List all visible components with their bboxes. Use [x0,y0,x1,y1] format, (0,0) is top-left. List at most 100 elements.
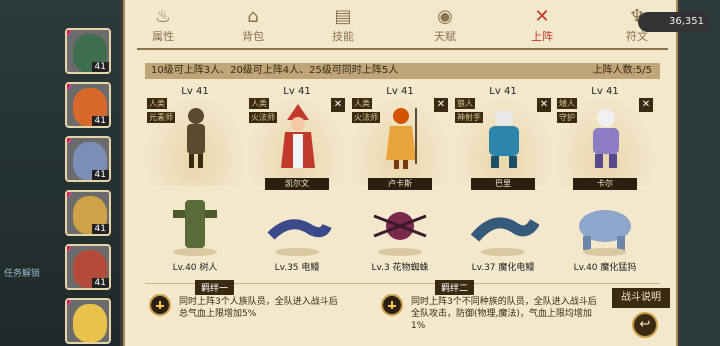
class-tag: 元素师 [147,112,175,123]
battle-info-button[interactable]: 战斗说明 [612,288,670,308]
pet-slot[interactable]: Lv.40 树人 [145,196,245,276]
roster-level: 41 [91,62,109,72]
hero-slot[interactable]: Lv 41 矮人 守护 ✕ 卡尔 [555,86,655,190]
pet-name: Lv.35 电鳗 [274,263,320,273]
tab-label: 技能 [332,30,354,43]
roster-portrait[interactable] [65,298,111,344]
right-sidebar [680,0,720,346]
tab-attributes[interactable]: ♨ 属性 [133,2,193,48]
bond-description: 同时上阵3个不同种族的队员，全队进入战斗后全队攻击，防御(物理,魔法)，气血上限… [411,297,597,331]
race-tag: 狼人 [455,98,475,109]
roster-level: 41 [91,116,109,126]
race-tag: 人类 [249,98,269,109]
race-tag: 人类 [352,98,372,109]
remove-hero-button[interactable]: ✕ [331,98,345,112]
bond-crest-icon[interactable] [381,294,403,316]
remove-hero-button[interactable]: ✕ [639,98,653,112]
flag-icon [67,30,71,36]
pet-name: Lv.37 魔化电鳗 [471,263,535,273]
flag-icon [67,246,71,252]
hero-figure [593,109,619,168]
hero-level: Lv 41 [591,86,619,97]
hero-face [73,304,107,342]
hero-name: 卢卡斯 [368,178,432,190]
tab-skills[interactable]: ▤ 技能 [313,2,373,48]
hero-slot[interactable]: Lv 41 人类 元素师 [145,86,245,186]
tab-formation[interactable]: ✕ 上阵 [512,2,572,48]
class-tag: 神射手 [455,112,483,123]
roster-portrait[interactable]: 41 [65,190,111,236]
formation-rule-text: 10级可上阵3人、20级可上阵4人、25级可同时上阵5人 [151,65,399,76]
eye-icon: ◉ [437,6,453,27]
pet-name: Lv.40 魔化猛犸 [573,263,637,273]
hero-slot[interactable]: Lv 41 人类 火法师 ✕ 卢卡斯 [350,86,450,190]
tab-bar: ♨ 属性 ⌂ 背包 ▤ 技能 ◉ 天赋 ✕ 上阵 ♆ 符文 [125,0,680,50]
class-tag: 守护 [557,112,577,123]
tab-divider [137,48,668,50]
roster-portrait[interactable]: 41 [65,28,111,74]
roster-portrait[interactable]: 41 [65,82,111,128]
pet-slot[interactable]: Lv.3 花物蜘蛛 [350,196,450,276]
hero-level: Lv 41 [283,86,311,97]
hero-name: 卡尔 [573,178,637,190]
roster-portrait[interactable]: 41 [65,244,111,290]
class-tag: 火法师 [249,112,277,123]
tab-label: 上阵 [531,30,553,43]
coin-counter: 36,351 [638,12,710,32]
tab-label: 属性 [152,30,174,43]
hero-figure [281,104,315,168]
flag-icon [67,300,71,306]
remove-hero-button[interactable]: ✕ [434,98,448,112]
hero-level: Lv 41 [386,86,414,97]
tab-label: 天赋 [434,30,456,43]
book-icon: ▤ [334,6,352,27]
hero-level: Lv 41 [181,86,209,97]
formation-info-bar: 10级可上阵3人、20级可上阵4人、25级可同时上阵5人 上阵人数:5/5 [145,63,660,79]
hero-name: 巴里 [471,178,535,190]
pet-figure [373,212,427,256]
bond-section: 羁绊一 同时上阵3个人族队员，全队进入战斗后总气血上限增加5% 羁绊二 同时上阵… [145,280,670,343]
hero-figure [187,108,205,168]
pet-slot[interactable]: Lv.40 魔化猛犸 [555,196,655,276]
roster-portrait[interactable]: 41 [65,136,111,182]
flag-icon [67,138,71,144]
race-tag: 人类 [147,98,167,109]
pet-slot[interactable]: Lv.37 魔化电鳗 [453,196,553,276]
flag-icon [67,84,71,90]
flag-icon [67,192,71,198]
pet-name: Lv.40 树人 [172,263,218,273]
hero-figure [386,108,417,169]
roster-level: 41 [91,224,109,234]
race-tag: 矮人 [557,98,577,109]
hero-roster-column: 41 41 41 41 41 任务解锁 [0,0,120,346]
bond-title: 羁绊一 [195,280,235,295]
backpack-icon: ⌂ [247,6,259,27]
pet-figure [470,217,539,256]
side-label: 任务解锁 [4,269,41,279]
tab-talent[interactable]: ◉ 天赋 [415,2,475,48]
crossed-swords-icon: ✕ [534,6,550,27]
class-tag: 火法师 [352,112,380,123]
bond-title: 羁绊二 [435,280,475,295]
back-arrow-icon[interactable]: ↩ [632,312,658,338]
pet-figure [267,219,332,256]
tab-label: 背包 [242,30,264,43]
formation-panel: ♨ 属性 ⌂ 背包 ▤ 技能 ◉ 天赋 ✕ 上阵 ♆ 符文 10级可上阵3人、2… [123,0,678,346]
roster-level: 41 [91,170,109,180]
pet-name: Lv.3 花物蜘蛛 [371,263,429,273]
bond-crest-icon[interactable] [149,294,171,316]
pet-slot[interactable]: Lv.35 电鳗 [247,196,347,276]
hero-figure [489,110,519,168]
remove-hero-button[interactable]: ✕ [537,98,551,112]
flame-icon: ♨ [154,6,172,27]
formation-count: 上阵人数:5/5 [592,65,652,76]
roster-level: 41 [91,278,109,288]
hero-name: 凯尔文 [265,178,329,190]
hero-level: Lv 41 [489,86,517,97]
hero-slot[interactable]: Lv 41 狼人 神射手 ✕ 巴里 [453,86,553,190]
tab-backpack[interactable]: ⌂ 背包 [223,2,283,48]
bond-description: 同时上阵3个人族队员，全队进入战斗后总气血上限增加5% [179,297,338,319]
hero-slot[interactable]: Lv 41 人类 火法师 ✕ 凯尔文 [247,86,347,190]
tab-label: 符文 [626,30,648,43]
pet-figure [579,210,631,256]
